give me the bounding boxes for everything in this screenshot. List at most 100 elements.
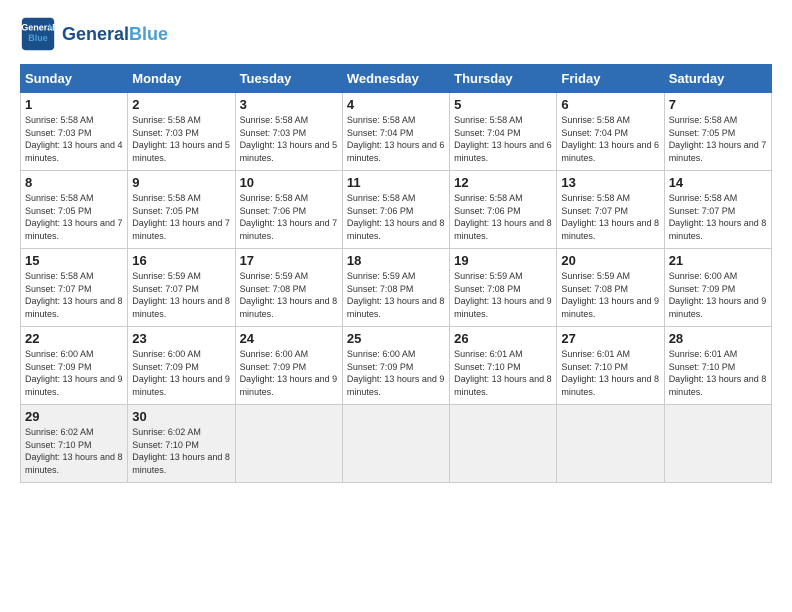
day-info: Sunrise: 5:58 AM Sunset: 7:04 PM Dayligh… <box>454 114 552 164</box>
day-number: 20 <box>561 253 659 268</box>
day-info: Sunrise: 6:00 AM Sunset: 7:09 PM Dayligh… <box>347 348 445 398</box>
day-number: 5 <box>454 97 552 112</box>
day-cell: 27 Sunrise: 6:01 AM Sunset: 7:10 PM Dayl… <box>557 327 664 405</box>
day-info: Sunrise: 5:59 AM Sunset: 7:08 PM Dayligh… <box>347 270 445 320</box>
day-number: 14 <box>669 175 767 190</box>
day-cell: 20 Sunrise: 5:59 AM Sunset: 7:08 PM Dayl… <box>557 249 664 327</box>
header-cell-sunday: Sunday <box>21 65 128 93</box>
day-info: Sunrise: 6:02 AM Sunset: 7:10 PM Dayligh… <box>25 426 123 476</box>
day-cell: 14 Sunrise: 5:58 AM Sunset: 7:07 PM Dayl… <box>664 171 771 249</box>
day-number: 3 <box>240 97 338 112</box>
logo-text: GeneralBlue <box>62 25 168 43</box>
day-cell: 1 Sunrise: 5:58 AM Sunset: 7:03 PM Dayli… <box>21 93 128 171</box>
day-cell <box>664 405 771 483</box>
day-number: 8 <box>25 175 123 190</box>
week-row-2: 8 Sunrise: 5:58 AM Sunset: 7:05 PM Dayli… <box>21 171 772 249</box>
logo-icon: General Blue <box>20 16 56 52</box>
day-cell: 7 Sunrise: 5:58 AM Sunset: 7:05 PM Dayli… <box>664 93 771 171</box>
day-cell: 29 Sunrise: 6:02 AM Sunset: 7:10 PM Dayl… <box>21 405 128 483</box>
day-info: Sunrise: 5:59 AM Sunset: 7:08 PM Dayligh… <box>240 270 338 320</box>
day-cell: 22 Sunrise: 6:00 AM Sunset: 7:09 PM Dayl… <box>21 327 128 405</box>
day-number: 2 <box>132 97 230 112</box>
day-cell: 26 Sunrise: 6:01 AM Sunset: 7:10 PM Dayl… <box>450 327 557 405</box>
week-row-5: 29 Sunrise: 6:02 AM Sunset: 7:10 PM Dayl… <box>21 405 772 483</box>
header-cell-tuesday: Tuesday <box>235 65 342 93</box>
day-number: 21 <box>669 253 767 268</box>
day-info: Sunrise: 5:58 AM Sunset: 7:03 PM Dayligh… <box>132 114 230 164</box>
day-number: 24 <box>240 331 338 346</box>
day-info: Sunrise: 5:58 AM Sunset: 7:05 PM Dayligh… <box>25 192 123 242</box>
day-info: Sunrise: 6:00 AM Sunset: 7:09 PM Dayligh… <box>669 270 767 320</box>
day-info: Sunrise: 6:00 AM Sunset: 7:09 PM Dayligh… <box>240 348 338 398</box>
day-number: 13 <box>561 175 659 190</box>
day-info: Sunrise: 5:58 AM Sunset: 7:06 PM Dayligh… <box>240 192 338 242</box>
day-number: 25 <box>347 331 445 346</box>
day-number: 10 <box>240 175 338 190</box>
day-info: Sunrise: 5:58 AM Sunset: 7:07 PM Dayligh… <box>669 192 767 242</box>
header-cell-friday: Friday <box>557 65 664 93</box>
header-row: SundayMondayTuesdayWednesdayThursdayFrid… <box>21 65 772 93</box>
day-info: Sunrise: 6:01 AM Sunset: 7:10 PM Dayligh… <box>561 348 659 398</box>
day-cell: 4 Sunrise: 5:58 AM Sunset: 7:04 PM Dayli… <box>342 93 449 171</box>
day-info: Sunrise: 5:58 AM Sunset: 7:03 PM Dayligh… <box>240 114 338 164</box>
header-cell-saturday: Saturday <box>664 65 771 93</box>
day-cell: 8 Sunrise: 5:58 AM Sunset: 7:05 PM Dayli… <box>21 171 128 249</box>
day-cell <box>235 405 342 483</box>
day-cell: 12 Sunrise: 5:58 AM Sunset: 7:06 PM Dayl… <box>450 171 557 249</box>
day-info: Sunrise: 5:59 AM Sunset: 7:08 PM Dayligh… <box>454 270 552 320</box>
day-cell: 19 Sunrise: 5:59 AM Sunset: 7:08 PM Dayl… <box>450 249 557 327</box>
day-cell: 16 Sunrise: 5:59 AM Sunset: 7:07 PM Dayl… <box>128 249 235 327</box>
day-cell: 3 Sunrise: 5:58 AM Sunset: 7:03 PM Dayli… <box>235 93 342 171</box>
day-info: Sunrise: 5:59 AM Sunset: 7:08 PM Dayligh… <box>561 270 659 320</box>
day-number: 22 <box>25 331 123 346</box>
day-number: 17 <box>240 253 338 268</box>
day-cell: 18 Sunrise: 5:59 AM Sunset: 7:08 PM Dayl… <box>342 249 449 327</box>
header-cell-thursday: Thursday <box>450 65 557 93</box>
day-cell: 17 Sunrise: 5:59 AM Sunset: 7:08 PM Dayl… <box>235 249 342 327</box>
day-cell: 9 Sunrise: 5:58 AM Sunset: 7:05 PM Dayli… <box>128 171 235 249</box>
day-cell: 25 Sunrise: 6:00 AM Sunset: 7:09 PM Dayl… <box>342 327 449 405</box>
day-info: Sunrise: 6:01 AM Sunset: 7:10 PM Dayligh… <box>454 348 552 398</box>
day-number: 19 <box>454 253 552 268</box>
day-info: Sunrise: 5:58 AM Sunset: 7:05 PM Dayligh… <box>132 192 230 242</box>
day-info: Sunrise: 5:58 AM Sunset: 7:07 PM Dayligh… <box>25 270 123 320</box>
day-info: Sunrise: 6:01 AM Sunset: 7:10 PM Dayligh… <box>669 348 767 398</box>
day-info: Sunrise: 6:00 AM Sunset: 7:09 PM Dayligh… <box>132 348 230 398</box>
day-info: Sunrise: 6:02 AM Sunset: 7:10 PM Dayligh… <box>132 426 230 476</box>
day-number: 9 <box>132 175 230 190</box>
day-info: Sunrise: 5:58 AM Sunset: 7:03 PM Dayligh… <box>25 114 123 164</box>
day-cell: 5 Sunrise: 5:58 AM Sunset: 7:04 PM Dayli… <box>450 93 557 171</box>
day-number: 29 <box>25 409 123 424</box>
day-cell: 23 Sunrise: 6:00 AM Sunset: 7:09 PM Dayl… <box>128 327 235 405</box>
day-cell: 11 Sunrise: 5:58 AM Sunset: 7:06 PM Dayl… <box>342 171 449 249</box>
week-row-3: 15 Sunrise: 5:58 AM Sunset: 7:07 PM Dayl… <box>21 249 772 327</box>
day-cell: 24 Sunrise: 6:00 AM Sunset: 7:09 PM Dayl… <box>235 327 342 405</box>
day-cell <box>342 405 449 483</box>
day-info: Sunrise: 5:58 AM Sunset: 7:07 PM Dayligh… <box>561 192 659 242</box>
day-info: Sunrise: 5:58 AM Sunset: 7:04 PM Dayligh… <box>561 114 659 164</box>
day-number: 7 <box>669 97 767 112</box>
day-cell <box>557 405 664 483</box>
day-cell: 21 Sunrise: 6:00 AM Sunset: 7:09 PM Dayl… <box>664 249 771 327</box>
day-number: 27 <box>561 331 659 346</box>
logo: General Blue GeneralBlue <box>20 16 168 52</box>
day-number: 18 <box>347 253 445 268</box>
day-number: 30 <box>132 409 230 424</box>
header-cell-wednesday: Wednesday <box>342 65 449 93</box>
day-number: 12 <box>454 175 552 190</box>
page: General Blue GeneralBlue SundayMondayTue… <box>0 0 792 612</box>
day-cell <box>450 405 557 483</box>
day-info: Sunrise: 5:59 AM Sunset: 7:07 PM Dayligh… <box>132 270 230 320</box>
day-cell: 13 Sunrise: 5:58 AM Sunset: 7:07 PM Dayl… <box>557 171 664 249</box>
week-row-1: 1 Sunrise: 5:58 AM Sunset: 7:03 PM Dayli… <box>21 93 772 171</box>
svg-text:Blue: Blue <box>28 33 48 43</box>
day-number: 16 <box>132 253 230 268</box>
header-cell-monday: Monday <box>128 65 235 93</box>
day-cell: 6 Sunrise: 5:58 AM Sunset: 7:04 PM Dayli… <box>557 93 664 171</box>
day-cell: 15 Sunrise: 5:58 AM Sunset: 7:07 PM Dayl… <box>21 249 128 327</box>
day-number: 4 <box>347 97 445 112</box>
day-number: 23 <box>132 331 230 346</box>
day-cell: 2 Sunrise: 5:58 AM Sunset: 7:03 PM Dayli… <box>128 93 235 171</box>
day-number: 1 <box>25 97 123 112</box>
day-info: Sunrise: 5:58 AM Sunset: 7:04 PM Dayligh… <box>347 114 445 164</box>
